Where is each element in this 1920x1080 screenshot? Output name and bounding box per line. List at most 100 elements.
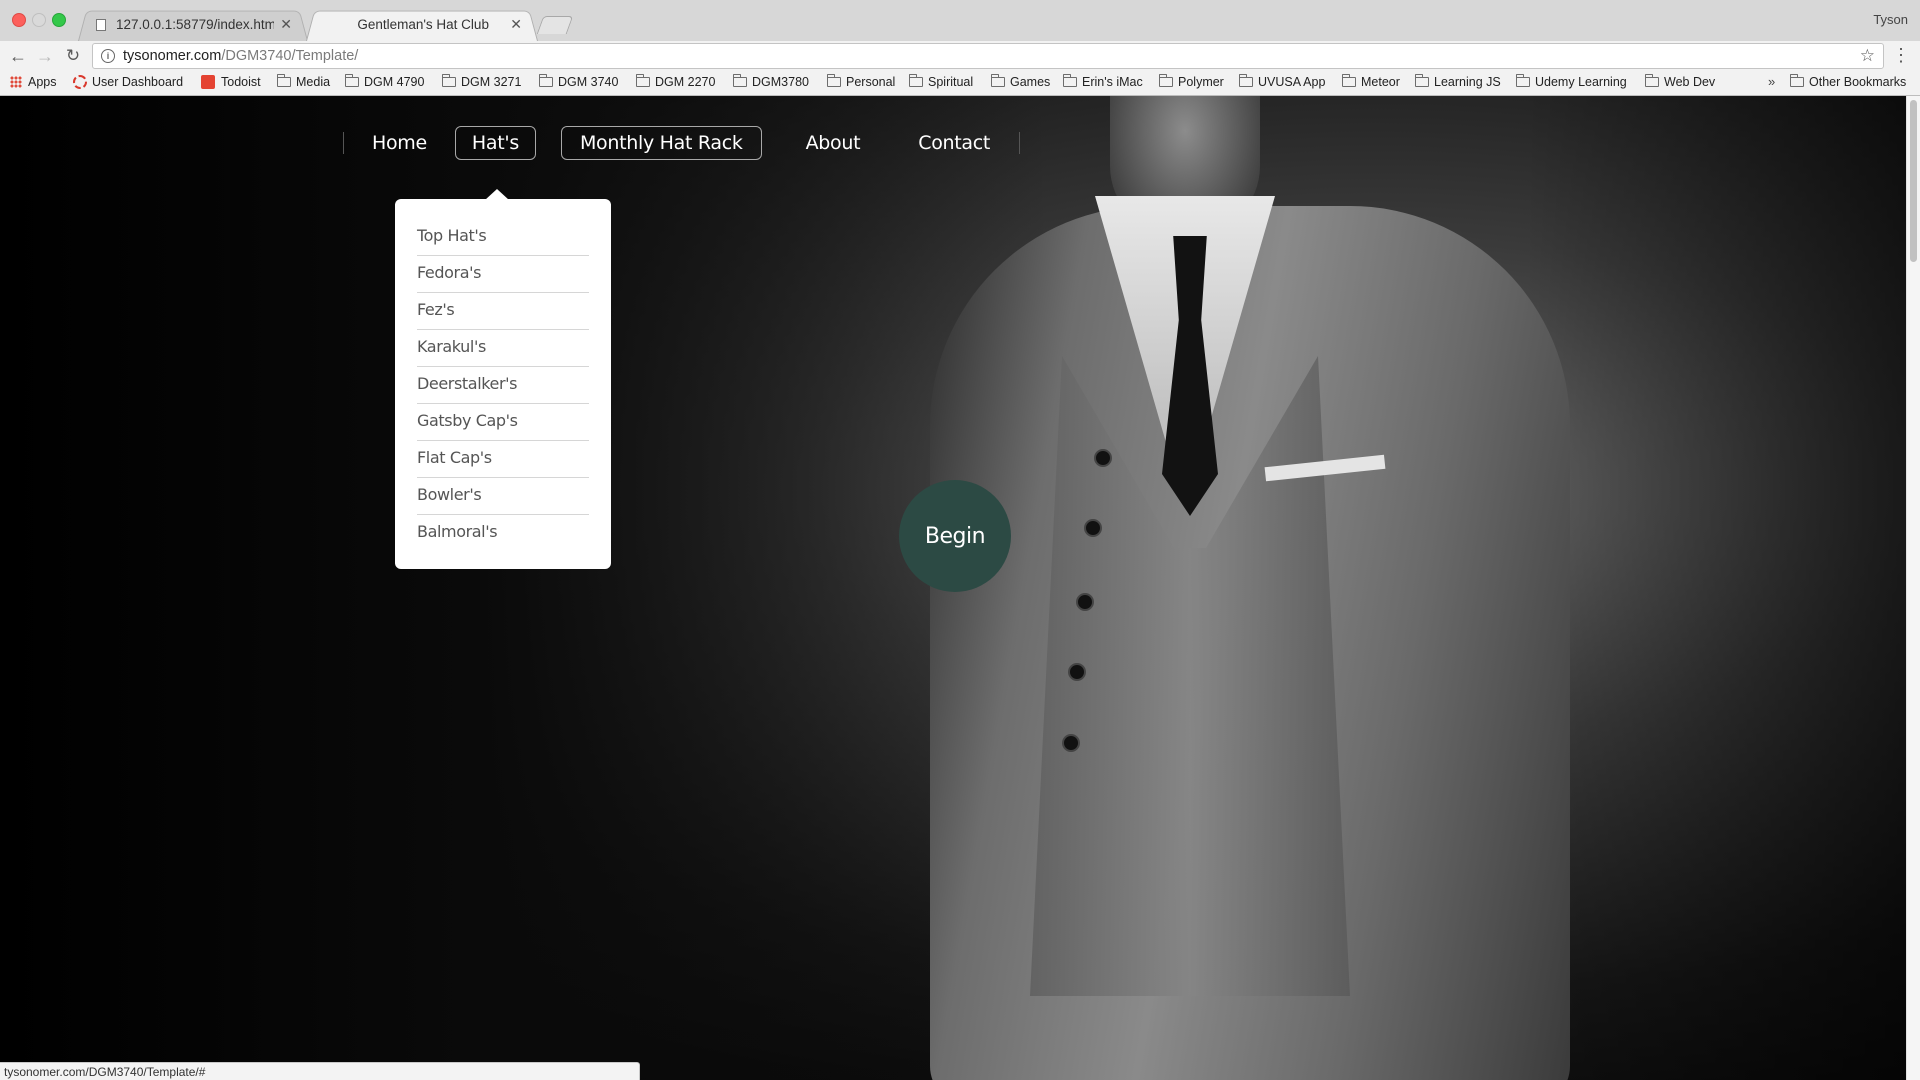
bookmark-label: DGM3780 — [752, 75, 809, 89]
zoom-window-button[interactable] — [52, 13, 66, 27]
browser-tab-active[interactable]: Gentleman's Hat Club ✕ — [306, 8, 538, 41]
nav-divider — [343, 132, 344, 154]
hats-menu-item[interactable]: Flat Cap's — [417, 441, 589, 478]
bookmark-label: Erin's iMac — [1082, 75, 1143, 89]
bookmark-label: Todoist — [221, 75, 261, 89]
url-text[interactable]: tysonomer.com/DGM3740/Template/ — [123, 48, 358, 64]
forward-arrow-icon[interactable]: → — [34, 45, 56, 67]
folder-icon — [1790, 74, 1804, 87]
page-icon — [96, 18, 106, 31]
scrollbar-thumb[interactable] — [1910, 100, 1917, 262]
bookmark-label: Meteor — [1361, 75, 1400, 89]
folder-icon — [1063, 74, 1077, 87]
bookmark-folder[interactable]: Media — [277, 74, 331, 89]
bookmark-folder[interactable]: DGM3780 — [733, 74, 809, 89]
bookmark-folder[interactable]: Udemy Learning — [1516, 74, 1627, 89]
bookmarks-bar: Apps User Dashboard Todoist Media DGM 47… — [0, 71, 1920, 96]
folder-icon — [1239, 74, 1253, 87]
tab-title: Gentleman's Hat Club — [357, 17, 489, 32]
bookmark-folder[interactable]: Learning JS — [1415, 74, 1501, 89]
hats-menu-item[interactable]: Balmoral's — [417, 515, 589, 552]
hats-menu-item[interactable]: Bowler's — [417, 478, 589, 515]
status-bar-url: tysonomer.com/DGM3740/Template/# — [0, 1062, 640, 1080]
menu-dots-icon[interactable]: ⋮ — [1892, 45, 1910, 66]
page-scrollbar[interactable] — [1906, 96, 1920, 1080]
hero-section: Home Hat's Monthly Hat Rack About Contac… — [0, 96, 1906, 1080]
tab-strip: 127.0.0.1:58779/index.html ✕ Gentleman's… — [0, 0, 1920, 41]
suited-man-image — [900, 96, 1620, 1080]
url-path: /DGM3740/Template/ — [221, 48, 359, 64]
folder-icon — [1516, 74, 1530, 87]
new-tab-button[interactable] — [536, 16, 574, 34]
nav-contact[interactable]: Contact — [899, 126, 1009, 160]
bookmark-label: Other Bookmarks — [1809, 75, 1907, 89]
main-nav: Home Hat's Monthly Hat Rack About Contac… — [343, 126, 1021, 160]
hats-menu-item[interactable]: Karakul's — [417, 330, 589, 367]
reload-icon[interactable]: ↻ — [62, 45, 84, 67]
bookmark-label: DGM 3271 — [461, 75, 522, 89]
close-icon[interactable]: ✕ — [280, 16, 292, 33]
bookmark-folder[interactable]: DGM 4790 — [345, 74, 425, 89]
hats-menu-item[interactable]: Fedora's — [417, 256, 589, 293]
hats-menu-item[interactable]: Top Hat's — [417, 219, 589, 256]
bookmark-folder[interactable]: Erin's iMac — [1063, 74, 1143, 89]
folder-icon — [1342, 74, 1356, 87]
hats-menu-item[interactable]: Fez's — [417, 293, 589, 330]
browser-tab[interactable]: 127.0.0.1:58779/index.html ✕ — [78, 8, 308, 41]
profile-name[interactable]: Tyson — [1873, 12, 1908, 27]
bookmark-label: DGM 4790 — [364, 75, 425, 89]
nav-divider — [1019, 132, 1021, 154]
close-window-button[interactable] — [12, 13, 26, 27]
nav-home[interactable]: Home — [355, 126, 444, 160]
hats-menu-item[interactable]: Gatsby Cap's — [417, 404, 589, 441]
todoist-icon — [201, 75, 215, 89]
bookmarks-overflow-icon[interactable]: » — [1768, 74, 1775, 89]
bookmark-folder[interactable]: Meteor — [1342, 74, 1400, 89]
close-icon[interactable]: ✕ — [510, 16, 522, 33]
bookmark-label: Apps — [28, 75, 57, 89]
address-bar[interactable]: i tysonomer.com/DGM3740/Template/ ☆ — [92, 43, 1884, 69]
folder-icon — [1415, 74, 1429, 87]
bookmark-label: Games — [1010, 75, 1051, 89]
folder-icon — [345, 74, 359, 87]
bookmark-label: User Dashboard — [92, 75, 184, 89]
folder-icon — [539, 74, 553, 87]
bookmark-folder[interactable]: DGM 2270 — [636, 74, 715, 89]
info-icon[interactable]: i — [101, 49, 115, 63]
nav-about[interactable]: About — [787, 126, 880, 160]
bookmark-folder[interactable]: Personal — [827, 74, 896, 89]
bookmark-label: Udemy Learning — [1535, 75, 1627, 89]
bookmark-label: UVUSA App — [1258, 75, 1326, 89]
bookmark-folder[interactable]: UVUSA App — [1239, 74, 1326, 89]
bookmark-label: Personal — [846, 75, 896, 89]
bookmark-folder[interactable]: Web Dev — [1645, 74, 1715, 89]
folder-icon — [909, 74, 923, 87]
folder-icon — [827, 74, 841, 87]
bookmark-label: Media — [296, 75, 331, 89]
bookmark-folder[interactable]: Games — [991, 74, 1051, 89]
back-arrow-icon[interactable]: ← — [7, 45, 29, 67]
apps-grid-icon — [10, 76, 22, 88]
other-bookmarks[interactable]: Other Bookmarks — [1790, 74, 1907, 89]
browser-chrome: 127.0.0.1:58779/index.html ✕ Gentleman's… — [0, 0, 1920, 96]
bookmark-folder[interactable]: Polymer — [1159, 74, 1224, 89]
folder-icon — [991, 74, 1005, 87]
hats-menu-list: Top Hat's Fedora's Fez's Karakul's Deers… — [395, 199, 611, 552]
bookmark-folder[interactable]: Spiritual — [909, 74, 973, 89]
hats-dropdown-menu: Top Hat's Fedora's Fez's Karakul's Deers… — [395, 189, 611, 569]
bookmark-folder[interactable]: DGM 3740 — [539, 74, 618, 89]
hats-menu-item[interactable]: Deerstalker's — [417, 367, 589, 404]
bookmark-todoist[interactable]: Todoist — [201, 75, 261, 89]
tab-title: 127.0.0.1:58779/index.html — [116, 17, 275, 32]
bookmark-star-icon[interactable]: ☆ — [1860, 46, 1875, 66]
minimize-window-button[interactable] — [32, 13, 46, 27]
folder-icon — [442, 74, 456, 87]
folder-icon — [1159, 74, 1173, 87]
bookmark-folder[interactable]: DGM 3271 — [442, 74, 522, 89]
folder-icon — [733, 74, 747, 87]
begin-button[interactable]: Begin — [899, 480, 1011, 592]
nav-monthly-hat-rack[interactable]: Monthly Hat Rack — [560, 126, 762, 160]
bookmark-user-dashboard[interactable]: User Dashboard — [73, 75, 183, 89]
bookmark-apps[interactable]: Apps — [10, 75, 57, 89]
nav-hats[interactable]: Hat's — [454, 126, 536, 160]
